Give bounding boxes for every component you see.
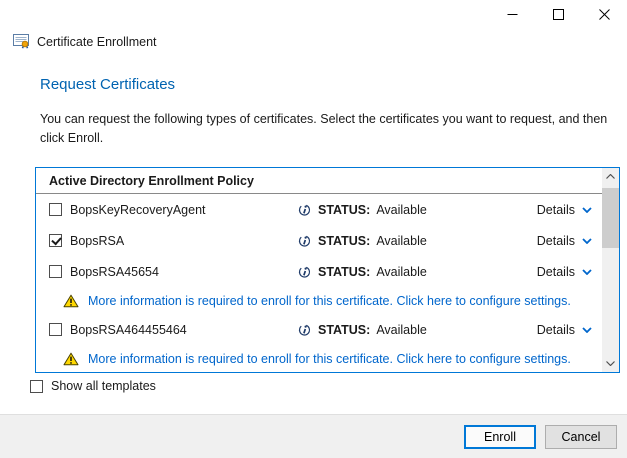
status-value: Available xyxy=(376,323,427,337)
status-label: STATUS: xyxy=(318,323,370,337)
configure-settings-link[interactable]: More information is required to enroll f… xyxy=(88,352,571,366)
scrollbar-thumb[interactable] xyxy=(602,188,619,248)
template-warning-row: More information is required to enroll f… xyxy=(36,345,602,372)
status-label: STATUS: xyxy=(318,203,370,217)
maximize-icon xyxy=(553,9,564,20)
details-button[interactable]: Details xyxy=(537,323,602,337)
cancel-button[interactable]: Cancel xyxy=(545,425,617,449)
template-row: BopsRSA45654 STATUS: Available Details xyxy=(36,256,602,287)
info-icon xyxy=(297,202,312,217)
template-listbox: Active Directory Enrollment Policy BopsK… xyxy=(35,167,620,373)
status-cell: STATUS: Available xyxy=(297,233,537,248)
show-all-templates-checkbox-label[interactable]: Show all templates xyxy=(30,379,156,393)
info-icon xyxy=(297,264,312,279)
template-name-label[interactable]: BopsRSA45654 xyxy=(49,265,297,279)
details-label: Details xyxy=(537,234,575,248)
scroll-up-button[interactable] xyxy=(602,168,619,185)
details-button[interactable]: Details xyxy=(537,203,602,217)
chevron-down-icon xyxy=(582,269,592,275)
template-name[interactable]: BopsKeyRecoveryAgent xyxy=(70,203,206,217)
template-checkbox[interactable] xyxy=(49,265,62,278)
template-checkbox[interactable] xyxy=(49,323,62,336)
minimize-button[interactable] xyxy=(489,0,535,29)
template-name[interactable]: BopsRSA xyxy=(70,234,124,248)
details-button[interactable]: Details xyxy=(537,234,602,248)
chevron-down-icon xyxy=(582,207,592,213)
status-label: STATUS: xyxy=(318,234,370,248)
status-label: STATUS: xyxy=(318,265,370,279)
info-icon xyxy=(297,322,312,337)
intro-text: You can request the following types of c… xyxy=(40,110,612,148)
status-value: Available xyxy=(376,203,427,217)
template-name-label[interactable]: BopsKeyRecoveryAgent xyxy=(49,203,297,217)
template-name-label[interactable]: BopsRSA464455464 xyxy=(49,323,297,337)
minimize-icon xyxy=(507,9,518,20)
warning-triangle-icon xyxy=(63,352,79,366)
status-cell: STATUS: Available xyxy=(297,202,537,217)
status-cell: STATUS: Available xyxy=(297,322,537,337)
status-value: Available xyxy=(376,265,427,279)
show-all-templates-checkbox[interactable] xyxy=(30,380,43,393)
template-checkbox[interactable] xyxy=(49,203,62,216)
template-name[interactable]: BopsRSA464455464 xyxy=(70,323,187,337)
template-name[interactable]: BopsRSA45654 xyxy=(70,265,159,279)
template-name-label[interactable]: BopsRSA xyxy=(49,234,297,248)
details-button[interactable]: Details xyxy=(537,265,602,279)
status-value: Available xyxy=(376,234,427,248)
chevron-down-icon xyxy=(582,238,592,244)
template-list-content: Active Directory Enrollment Policy BopsK… xyxy=(36,168,602,372)
scroll-down-button[interactable] xyxy=(602,355,619,372)
template-checkbox[interactable] xyxy=(49,234,62,247)
configure-settings-link[interactable]: More information is required to enroll f… xyxy=(88,294,571,308)
maximize-button[interactable] xyxy=(535,0,581,29)
show-all-templates-label: Show all templates xyxy=(51,379,156,393)
list-scrollbar[interactable] xyxy=(602,168,619,372)
template-warning-row: More information is required to enroll f… xyxy=(36,287,602,314)
chevron-down-icon xyxy=(606,361,615,366)
app-header: Certificate Enrollment xyxy=(13,33,157,50)
certificate-enrollment-window: Certificate Enrollment Request Certifica… xyxy=(0,0,627,458)
window-controls xyxy=(489,0,627,29)
details-label: Details xyxy=(537,265,575,279)
policy-group-header: Active Directory Enrollment Policy xyxy=(36,168,602,193)
template-row: BopsKeyRecoveryAgent STATUS: Available D… xyxy=(36,194,602,225)
app-title: Certificate Enrollment xyxy=(37,35,157,49)
template-row: BopsRSA STATUS: Available Details xyxy=(36,225,602,256)
chevron-down-icon xyxy=(582,327,592,333)
close-icon xyxy=(599,9,610,20)
enroll-button[interactable]: Enroll xyxy=(464,425,536,449)
footer-bar: Enroll Cancel xyxy=(0,414,627,458)
warning-triangle-icon xyxy=(63,294,79,308)
details-label: Details xyxy=(537,323,575,337)
page-title: Request Certificates xyxy=(40,76,175,93)
chevron-up-icon xyxy=(606,174,615,179)
close-button[interactable] xyxy=(581,0,627,29)
status-cell: STATUS: Available xyxy=(297,264,537,279)
certificate-icon xyxy=(13,33,30,50)
template-row: BopsRSA464455464 STATUS: Available Detai… xyxy=(36,314,602,345)
details-label: Details xyxy=(537,203,575,217)
info-icon xyxy=(297,233,312,248)
